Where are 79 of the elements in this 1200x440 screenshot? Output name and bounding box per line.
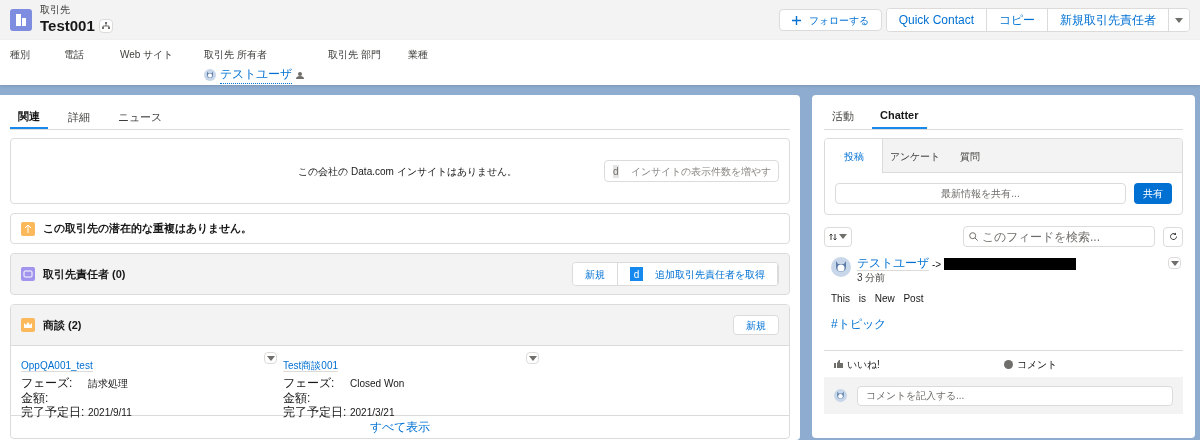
comment-field[interactable]: コメントを記入する... bbox=[857, 385, 1173, 406]
caret-down-icon bbox=[1175, 17, 1183, 23]
post-body: This is New Post bbox=[830, 292, 924, 306]
publisher-tab[interactable]: 質問 bbox=[953, 139, 987, 173]
tab[interactable]: 詳細 bbox=[60, 105, 98, 129]
plus-icon bbox=[791, 15, 801, 25]
caret-down-icon bbox=[266, 355, 275, 361]
opportunity-link[interactable]: OppQA001_test bbox=[21, 360, 93, 372]
field-label: 金額: bbox=[283, 391, 312, 405]
refresh-icon bbox=[1168, 232, 1178, 241]
share-update-field[interactable]: 最新情報を共有... bbox=[835, 183, 1126, 204]
follow-button[interactable]: フォローする bbox=[778, 9, 882, 31]
arrow-text: -> bbox=[932, 257, 942, 271]
caret-down-icon bbox=[528, 355, 537, 361]
card-button[interactable]: 新規 bbox=[733, 315, 779, 335]
duplicate-icon bbox=[21, 221, 35, 236]
field-value: 2021/3/21 bbox=[350, 406, 395, 420]
avatar-icon bbox=[831, 257, 851, 277]
field-label: 取引先 部門 bbox=[328, 48, 382, 62]
card-title: 商談 (2) bbox=[43, 317, 82, 333]
tab[interactable]: 関連 bbox=[10, 105, 48, 129]
duplicates-message: この取引先の潜在的な重複はありません。 bbox=[43, 221, 252, 237]
field-value: Closed Won bbox=[350, 377, 405, 391]
caret-down-icon bbox=[1170, 260, 1179, 266]
contact-icon bbox=[21, 267, 35, 281]
like-button[interactable]: いいね! bbox=[834, 356, 1004, 372]
insight-message: この会社の Data.com インサイトはありません。 bbox=[297, 164, 518, 179]
share-button[interactable]: 共有 bbox=[1134, 183, 1172, 204]
view-all-link[interactable]: すべて表示 bbox=[370, 420, 430, 434]
row-menu-button[interactable] bbox=[264, 352, 277, 364]
hierarchy-icon bbox=[101, 22, 110, 31]
post-time: 3 分前 bbox=[857, 271, 887, 284]
field-value: 2021/9/11 bbox=[88, 406, 132, 420]
thumbs-up-icon bbox=[834, 360, 843, 368]
tab[interactable]: 活動 bbox=[824, 103, 862, 129]
sort-button[interactable] bbox=[824, 226, 852, 247]
object-type: 取引先 bbox=[40, 4, 71, 17]
field-label: フェーズ: bbox=[21, 376, 74, 390]
action-button[interactable]: コピー bbox=[987, 9, 1048, 31]
card-title: 取引先責任者 (0) bbox=[43, 266, 126, 282]
field-label: 金額: bbox=[21, 391, 50, 405]
post-menu-button[interactable] bbox=[1168, 257, 1181, 269]
avatar-icon bbox=[834, 389, 847, 402]
sort-icon bbox=[829, 232, 837, 241]
crown-icon bbox=[21, 318, 35, 332]
publisher-tab[interactable]: アンケート bbox=[883, 139, 947, 173]
action-button[interactable]: 新規取引先責任者 bbox=[1048, 9, 1169, 31]
field-value: 請求処理 bbox=[88, 377, 128, 391]
search-icon bbox=[969, 232, 978, 241]
owner-link[interactable]: テストユーザ bbox=[220, 65, 292, 84]
change-owner-icon[interactable] bbox=[296, 70, 304, 79]
author-link[interactable]: テストユーザ bbox=[857, 257, 929, 271]
data-logo: d bbox=[630, 267, 643, 281]
topic-link[interactable]: #トピック bbox=[824, 315, 886, 333]
field-label: 業種 bbox=[408, 48, 429, 62]
refresh-button[interactable] bbox=[1163, 226, 1183, 247]
comment-button[interactable]: コメント bbox=[1004, 356, 1057, 372]
data-logo: d bbox=[613, 164, 619, 178]
row-menu-button[interactable] bbox=[526, 352, 539, 364]
field-label: フェーズ: bbox=[283, 376, 336, 390]
publisher-tab[interactable]: 投稿 bbox=[825, 139, 883, 173]
field-label: 取引先 所有者 bbox=[204, 48, 268, 62]
tab[interactable]: Chatter bbox=[872, 103, 927, 129]
caret-down-icon bbox=[839, 234, 847, 239]
opportunity-link[interactable]: Test商談001 bbox=[283, 360, 339, 372]
card-button[interactable]: 新規 bbox=[573, 263, 618, 285]
field-label: 種別 bbox=[10, 48, 31, 62]
card-button[interactable]: d 追加取引先責任者を取得 bbox=[618, 263, 778, 285]
field-label: 完了予定日: bbox=[21, 405, 86, 419]
avatar-icon bbox=[204, 68, 216, 81]
more-actions-button[interactable] bbox=[1169, 9, 1189, 31]
field-label: 電話 bbox=[64, 48, 85, 62]
action-button[interactable]: Quick Contact bbox=[886, 9, 987, 31]
hierarchy-button[interactable] bbox=[98, 19, 113, 34]
field-label: Web サイト bbox=[120, 48, 175, 62]
field-label: 完了予定日: bbox=[283, 405, 348, 419]
feed-search-field[interactable]: このフィードを検索... bbox=[963, 226, 1155, 247]
tab[interactable]: ニュース bbox=[110, 105, 170, 129]
record-title: Test001 bbox=[40, 16, 95, 36]
